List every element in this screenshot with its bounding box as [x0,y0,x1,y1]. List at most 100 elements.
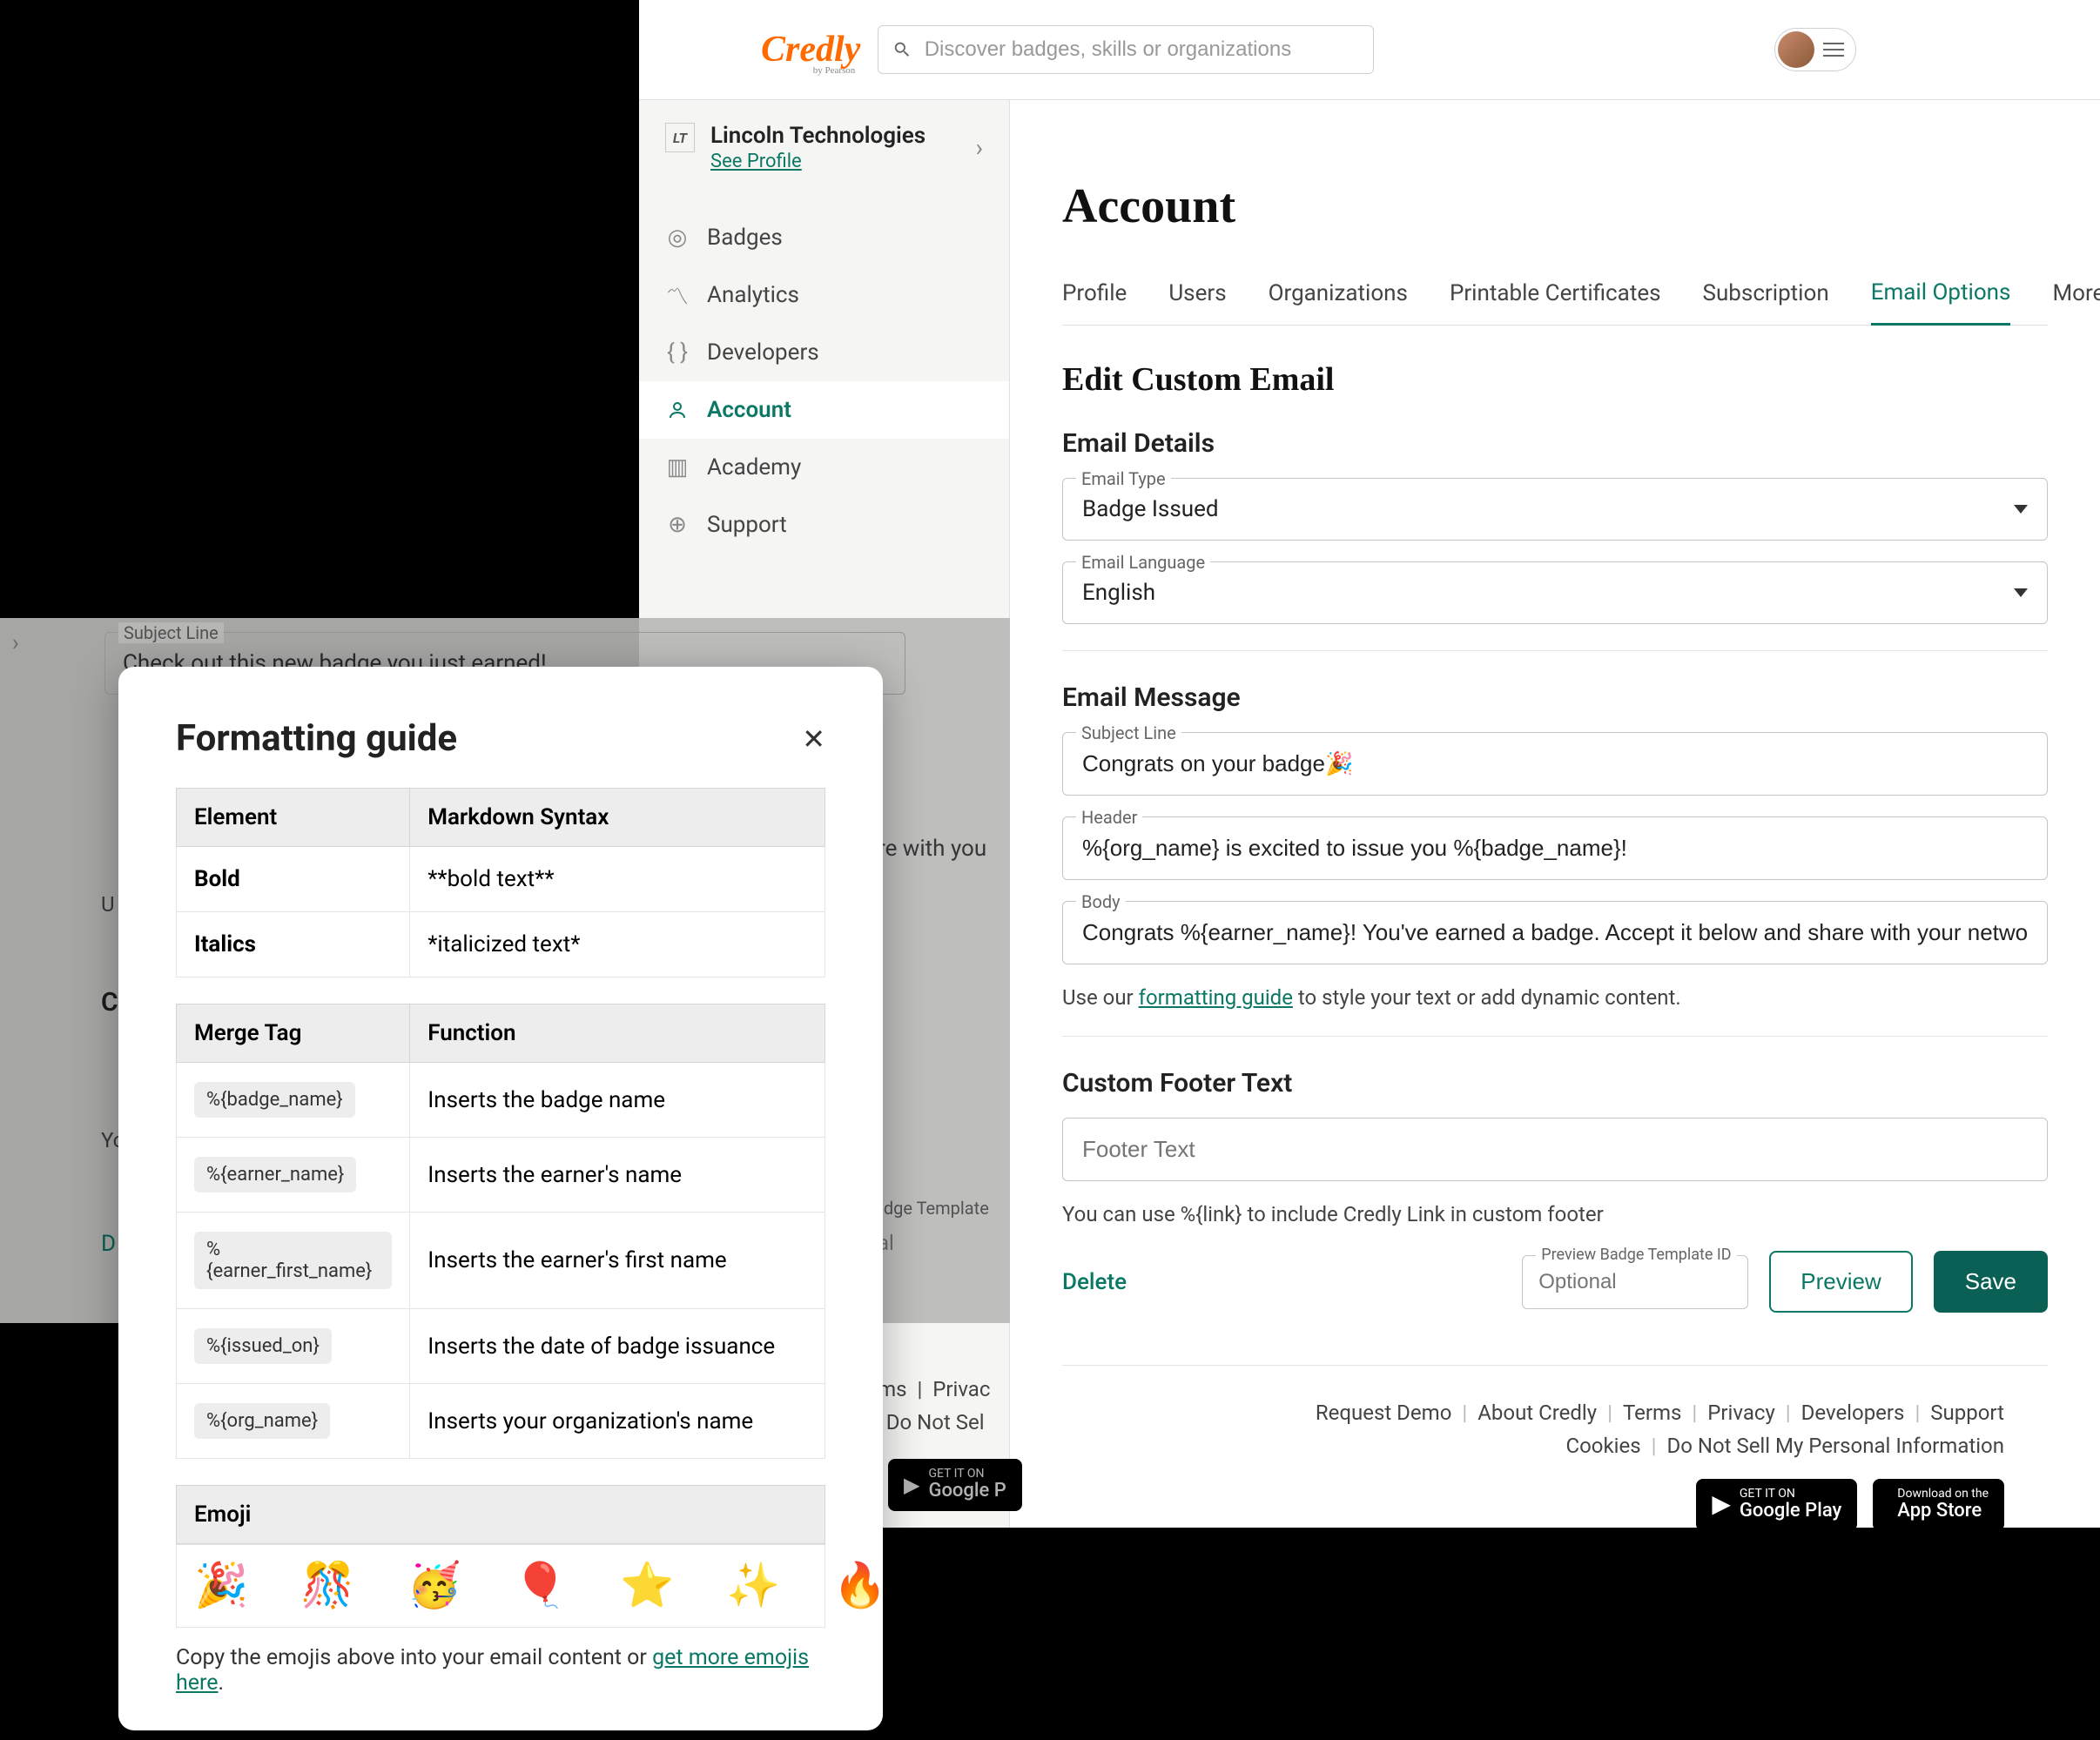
footer-link[interactable]: Request Demo [1316,1401,1452,1425]
formatting-guide-link[interactable]: formatting guide [1139,985,1293,1010]
email-language-label: Email Language [1076,552,1210,573]
body-label: Body [1076,891,1126,912]
emoji[interactable]: 🎊 [300,1561,354,1611]
bg-footer-fragment: rms | Privac | Do Not Sel [871,1377,990,1434]
formatting-helper: Use our formatting guide to style your t… [1062,985,2048,1010]
see-profile-link[interactable]: See Profile [710,151,925,172]
table-header: Function [410,1004,825,1063]
formatting-guide-modal: Formatting guide ✕ Element Markdown Synt… [118,667,883,1730]
footer-link[interactable]: Support [1930,1401,2004,1425]
google-play-badge[interactable]: ▶ GET IT ONGoogle Play [1696,1479,1857,1528]
delete-button[interactable]: Delete [1062,1269,1127,1295]
table-row: %{issued_on}Inserts the date of badge is… [177,1309,825,1384]
bg-store-fragment: ▶ GET IT ONGoogle P [888,1459,1022,1511]
chevron-right-icon: › [12,630,19,656]
page-title: Account [1062,178,2048,234]
email-message-heading: Email Message [1062,682,2048,713]
email-type-label: Email Type [1076,468,1171,489]
footer-link[interactable]: Developers [1801,1401,1905,1425]
emoji-table: Emoji [176,1485,825,1544]
footer-link[interactable]: Terms [1623,1401,1681,1425]
bg-helper-fragment: U [101,892,115,917]
tabs: Profile Users Organizations Printable Ce… [1062,269,2048,326]
header-input[interactable] [1062,816,2048,880]
tab-profile[interactable]: Profile [1062,270,1127,324]
divider [1062,650,2048,651]
close-button[interactable]: ✕ [802,722,825,756]
emoji[interactable]: ✨ [726,1561,780,1611]
account-icon [665,398,690,422]
org-logo: LT [665,123,695,152]
footer-link[interactable]: About Credly [1477,1401,1597,1425]
page-footer: Request Demo| About Credly| Terms| Priva… [1062,1365,2048,1528]
sidebar-item-analytics[interactable]: 〽 Analytics [639,266,1009,324]
credly-logo[interactable]: Credly [761,29,860,71]
search-box[interactable] [878,25,1374,74]
table-row: Bold **bold text** [177,847,825,912]
table-header: Emoji [177,1486,825,1544]
sidebar-item-support[interactable]: ⊕ Support [639,496,1009,554]
preview-template-label: Preview Badge Template ID [1536,1246,1736,1264]
emoji[interactable]: 🎉 [194,1561,248,1611]
section-title: Edit Custom Email [1062,360,2048,399]
org-name: Lincoln Technologies [710,123,925,149]
bg-badge-template-fragment: adge Template [874,1198,989,1219]
sidebar-item-label: Support [707,512,787,538]
org-header[interactable]: LT Lincoln Technologies See Profile › [639,100,1009,195]
footer-text-input[interactable] [1062,1118,2048,1181]
chevron-right-icon: › [976,133,983,162]
markdown-syntax-table: Element Markdown Syntax Bold **bold text… [176,788,825,977]
bg-delete-fragment: D [101,1231,116,1257]
emoji[interactable]: ⭐ [620,1561,674,1611]
table-row: Italics *italicized text* [177,912,825,977]
developers-icon: { } [665,340,690,365]
email-type-select[interactable]: Badge Issued [1062,478,2048,541]
footer-link[interactable]: Privacy [1707,1401,1775,1425]
emoji[interactable]: 🎈 [514,1561,568,1611]
sidebar-item-developers[interactable]: { } Developers [639,324,1009,381]
tab-subscription[interactable]: Subscription [1703,270,1829,324]
play-icon: ▶ [1712,1491,1731,1518]
emoji[interactable]: 🔥 [833,1561,887,1611]
search-input[interactable] [925,37,1360,62]
caret-down-icon [2014,505,2028,514]
tab-email-options[interactable]: Email Options [1871,269,2011,326]
app-store-badge[interactable]: Download on theApp Store [1873,1479,2004,1528]
bg-subject-label: Subject Line [118,622,224,643]
table-row: %{earner_first_name}Inserts the earner's… [177,1213,825,1309]
table-header: Element [177,789,410,847]
caret-down-icon [2014,588,2028,597]
bg-custom-fragment: C [101,987,118,1018]
sidebar-item-label: Account [707,397,791,423]
merge-tag-table: Merge Tag Function %{badge_name}Inserts … [176,1004,825,1459]
footer-link[interactable]: Cookies [1565,1434,1640,1458]
tab-users[interactable]: Users [1168,270,1226,324]
modal-title: Formatting guide [176,717,457,760]
tab-organizations[interactable]: Organizations [1269,270,1408,324]
table-header: Markdown Syntax [410,789,825,847]
sidebar-item-account[interactable]: Account [639,381,1009,439]
body-input[interactable] [1062,901,2048,964]
bg-body-fragment: re with you [878,836,986,862]
search-icon [892,39,912,60]
sidebar-item-badges[interactable]: ◎ Badges [639,209,1009,266]
tab-printable-certificates[interactable]: Printable Certificates [1450,270,1661,324]
emoji-help-text: Copy the emojis above into your email co… [176,1645,825,1696]
avatar [1778,31,1814,68]
table-row: %{earner_name}Inserts the earner's name [177,1138,825,1213]
emoji[interactable]: 🥳 [407,1561,461,1611]
table-header: Merge Tag [177,1004,410,1063]
divider [1062,1036,2048,1037]
support-icon: ⊕ [665,513,690,537]
sidebar-item-label: Analytics [707,282,799,308]
subject-input[interactable] [1062,732,2048,796]
sidebar-item-academy[interactable]: ▥ Academy [639,439,1009,496]
content-area: Account Profile Users Organizations Prin… [1010,100,2100,1528]
email-details-heading: Email Details [1062,428,2048,459]
preview-button[interactable]: Preview [1769,1251,1912,1313]
user-menu[interactable] [1774,28,1856,71]
footer-link[interactable]: Do Not Sell My Personal Information [1666,1434,2004,1458]
tab-more[interactable]: More ⌄ [2052,270,2100,324]
badge-icon: ◎ [665,225,690,250]
save-button[interactable]: Save [1934,1251,2048,1313]
